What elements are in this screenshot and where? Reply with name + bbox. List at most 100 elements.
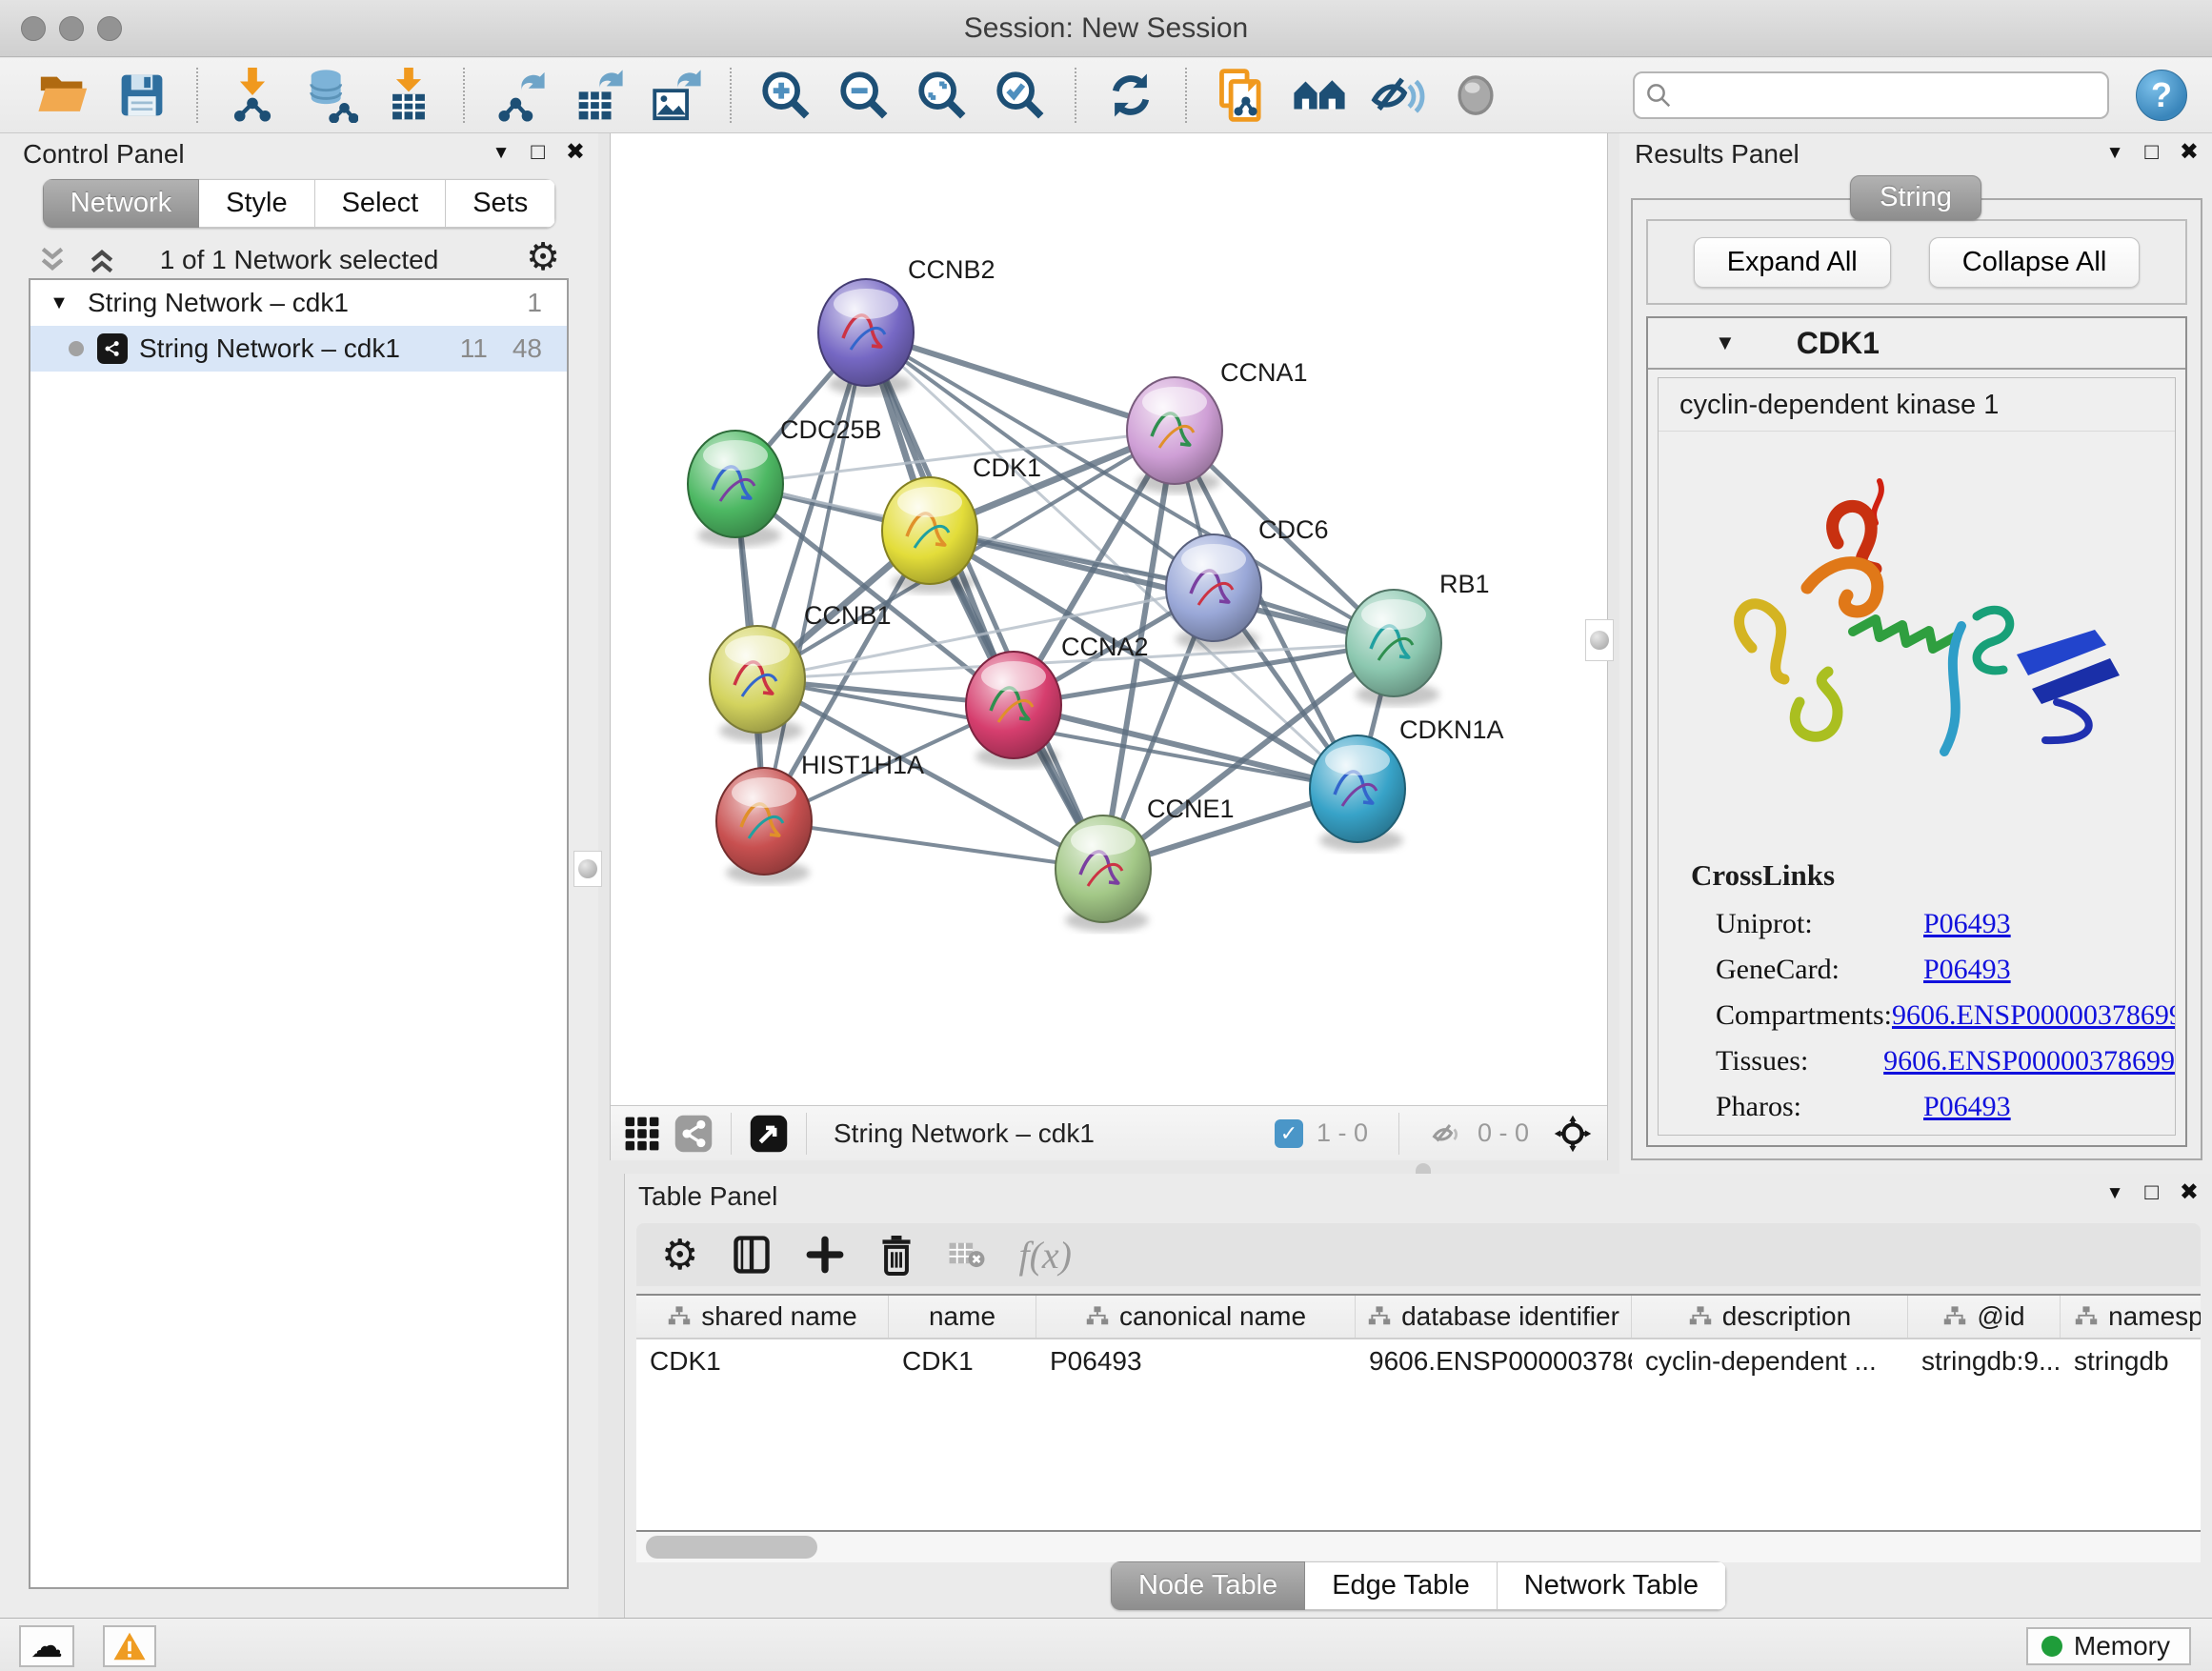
- help-button[interactable]: ?: [2136, 70, 2187, 121]
- panel-collapse-icon[interactable]: ▼: [493, 144, 511, 162]
- crosslink-link[interactable]: 9606.ENSP00000378699: [1883, 1045, 2175, 1077]
- column-header-database-identifier[interactable]: database identifier: [1356, 1296, 1632, 1338]
- column-header-description[interactable]: description: [1632, 1296, 1908, 1338]
- table-row[interactable]: CDK1CDK1P064939606.ENSP00000378699cyclin…: [636, 1339, 2201, 1383]
- crosslink-label: GeneCard:: [1716, 954, 1923, 986]
- panel-collapse-icon[interactable]: ▼: [2106, 144, 2124, 162]
- zoom-fit-button[interactable]: [912, 67, 973, 124]
- panel-close-icon[interactable]: ✖: [2180, 141, 2199, 164]
- left-splitter-grip[interactable]: [573, 851, 602, 887]
- tab-select[interactable]: Select: [315, 179, 447, 228]
- open-in-window-icon[interactable]: [749, 1114, 789, 1154]
- selected-checkbox-icon[interactable]: ✓: [1275, 1119, 1303, 1148]
- panel-close-icon[interactable]: ✖: [566, 141, 585, 164]
- import-network-from-file-button[interactable]: [222, 67, 283, 124]
- tab-string[interactable]: String: [1850, 175, 1981, 220]
- network-canvas[interactable]: CCNB2CCNA1CDC25BCDK1CDC6RB1CCNB1CCNA2CDK…: [611, 133, 1609, 1105]
- warnings-button[interactable]: [103, 1625, 156, 1667]
- table-cell[interactable]: P06493: [1036, 1339, 1356, 1383]
- column-header-canonical-name[interactable]: canonical name: [1036, 1296, 1356, 1338]
- panel-close-icon[interactable]: ✖: [2180, 1181, 2199, 1204]
- gene-expand-icon[interactable]: ▼: [1715, 331, 1736, 355]
- panel-float-icon[interactable]: □: [531, 141, 545, 164]
- column-header-@id[interactable]: @id: [1908, 1296, 2061, 1338]
- crosslink-link[interactable]: P06493: [1923, 1091, 2011, 1123]
- collection-expand-icon[interactable]: ▼: [30, 292, 88, 314]
- table-hscrollbar[interactable]: [636, 1532, 2201, 1562]
- crosslink-label: Tissues:: [1716, 1045, 1883, 1077]
- delete-table-icon[interactable]: [948, 1238, 986, 1271]
- save-icon: [116, 70, 168, 121]
- search-input[interactable]: [1633, 71, 2109, 119]
- expand-all-button[interactable]: Expand All: [1694, 237, 1891, 288]
- zoom-out-button[interactable]: [834, 67, 895, 124]
- toolbar-separator: [806, 1113, 807, 1155]
- column-type-icon: [2074, 1304, 2099, 1329]
- results-panel: Results Panel ▼ □ ✖ String Expand All Co…: [1619, 133, 2212, 1174]
- table-cell[interactable]: CDK1: [636, 1339, 889, 1383]
- crosslink-link[interactable]: P06493: [1923, 908, 2011, 940]
- panel-float-icon[interactable]: □: [2144, 1181, 2159, 1204]
- gene-section-header[interactable]: ▼ CDK1: [1648, 318, 2185, 370]
- add-column-icon[interactable]: [805, 1235, 845, 1275]
- table-cell[interactable]: cyclin-dependent ...: [1632, 1339, 1908, 1383]
- tab-node-table[interactable]: Node Table: [1111, 1561, 1305, 1610]
- export-image-button[interactable]: [645, 67, 706, 124]
- hidden-eye-slash-icon[interactable]: [1430, 1117, 1464, 1151]
- graph-edge-HIST1H1A-CCNE1[interactable]: [764, 821, 1103, 869]
- table-toolbar: ⚙ f(x): [636, 1223, 2201, 1286]
- column-header-name[interactable]: name: [889, 1296, 1036, 1338]
- gene-name: CDK1: [1797, 326, 1880, 361]
- save-session-button[interactable]: [111, 67, 172, 124]
- right-splitter-grip[interactable]: [1585, 619, 1614, 661]
- zoom-in-button[interactable]: [755, 67, 816, 124]
- tab-style[interactable]: Style: [199, 179, 314, 228]
- clone-network-button[interactable]: [1211, 67, 1272, 124]
- export-network-button[interactable]: [489, 67, 550, 124]
- column-header-namespace[interactable]: namespace: [2061, 1296, 2201, 1338]
- network-options-gear-icon[interactable]: ⚙: [526, 235, 560, 279]
- show-hidden-button[interactable]: [1445, 67, 1506, 124]
- open-session-button[interactable]: [33, 67, 94, 124]
- column-header-shared-name[interactable]: shared name: [636, 1296, 889, 1338]
- table-settings-gear-icon[interactable]: ⚙: [661, 1231, 698, 1279]
- graph-node-label-CCNB1: CCNB1: [804, 601, 892, 630]
- hide-selected-button[interactable]: [1367, 67, 1428, 124]
- memory-button[interactable]: Memory: [2026, 1627, 2191, 1665]
- table-hscrollbar-thumb[interactable]: [646, 1536, 817, 1559]
- current-network-name: String Network – cdk1: [834, 1118, 1095, 1149]
- network-collection-row[interactable]: ▼ String Network – cdk1 1: [30, 280, 567, 326]
- crosslink-link[interactable]: 9606.ENSP00000378699: [1892, 999, 2176, 1032]
- crosslink-link[interactable]: P06493: [1923, 954, 2011, 986]
- cloud-button[interactable]: ☁: [19, 1625, 74, 1667]
- node-gloss: [1325, 745, 1390, 775]
- collapse-all-button[interactable]: Collapse All: [1929, 237, 2141, 288]
- table-cell[interactable]: 9606.ENSP00000378699: [1356, 1339, 1632, 1383]
- network-row[interactable]: String Network – cdk1 11 48: [30, 326, 567, 372]
- import-table-from-file-button[interactable]: [378, 67, 439, 124]
- table-cell[interactable]: CDK1: [889, 1339, 1036, 1383]
- grid-view-icon[interactable]: [624, 1116, 660, 1152]
- show-columns-icon[interactable]: [731, 1234, 773, 1276]
- table-cell[interactable]: stringdb:9...: [1908, 1339, 2061, 1383]
- zoom-selected-button[interactable]: [990, 67, 1051, 124]
- tab-network-table[interactable]: Network Table: [1498, 1561, 1726, 1610]
- tab-sets[interactable]: Sets: [446, 179, 555, 228]
- tab-edge-table[interactable]: Edge Table: [1305, 1561, 1498, 1610]
- delete-column-trash-icon[interactable]: [877, 1234, 915, 1276]
- export-table-button[interactable]: [567, 67, 628, 124]
- function-builder-icon[interactable]: f(x): [1018, 1233, 1072, 1278]
- import-network-from-database-button[interactable]: [300, 67, 361, 124]
- network-share-toggle-icon[interactable]: [674, 1114, 714, 1154]
- apply-layout-button[interactable]: [1100, 67, 1161, 124]
- table-cell[interactable]: stringdb: [2061, 1339, 2201, 1383]
- crosshair-icon[interactable]: [1552, 1113, 1594, 1155]
- graph-edge-CCNB2-CCNE1[interactable]: [866, 332, 1103, 869]
- crosslink-row: GeneCard:P06493: [1716, 954, 2175, 986]
- string-results-container: Expand All Collapse All ▼ CDK1 cyclin-de…: [1631, 198, 2202, 1160]
- panel-float-icon[interactable]: □: [2144, 141, 2159, 164]
- panel-collapse-icon[interactable]: ▼: [2106, 1184, 2124, 1202]
- memory-status-dot: [2041, 1636, 2062, 1657]
- show-all-networks-button[interactable]: [1289, 67, 1350, 124]
- tab-network[interactable]: Network: [43, 179, 199, 228]
